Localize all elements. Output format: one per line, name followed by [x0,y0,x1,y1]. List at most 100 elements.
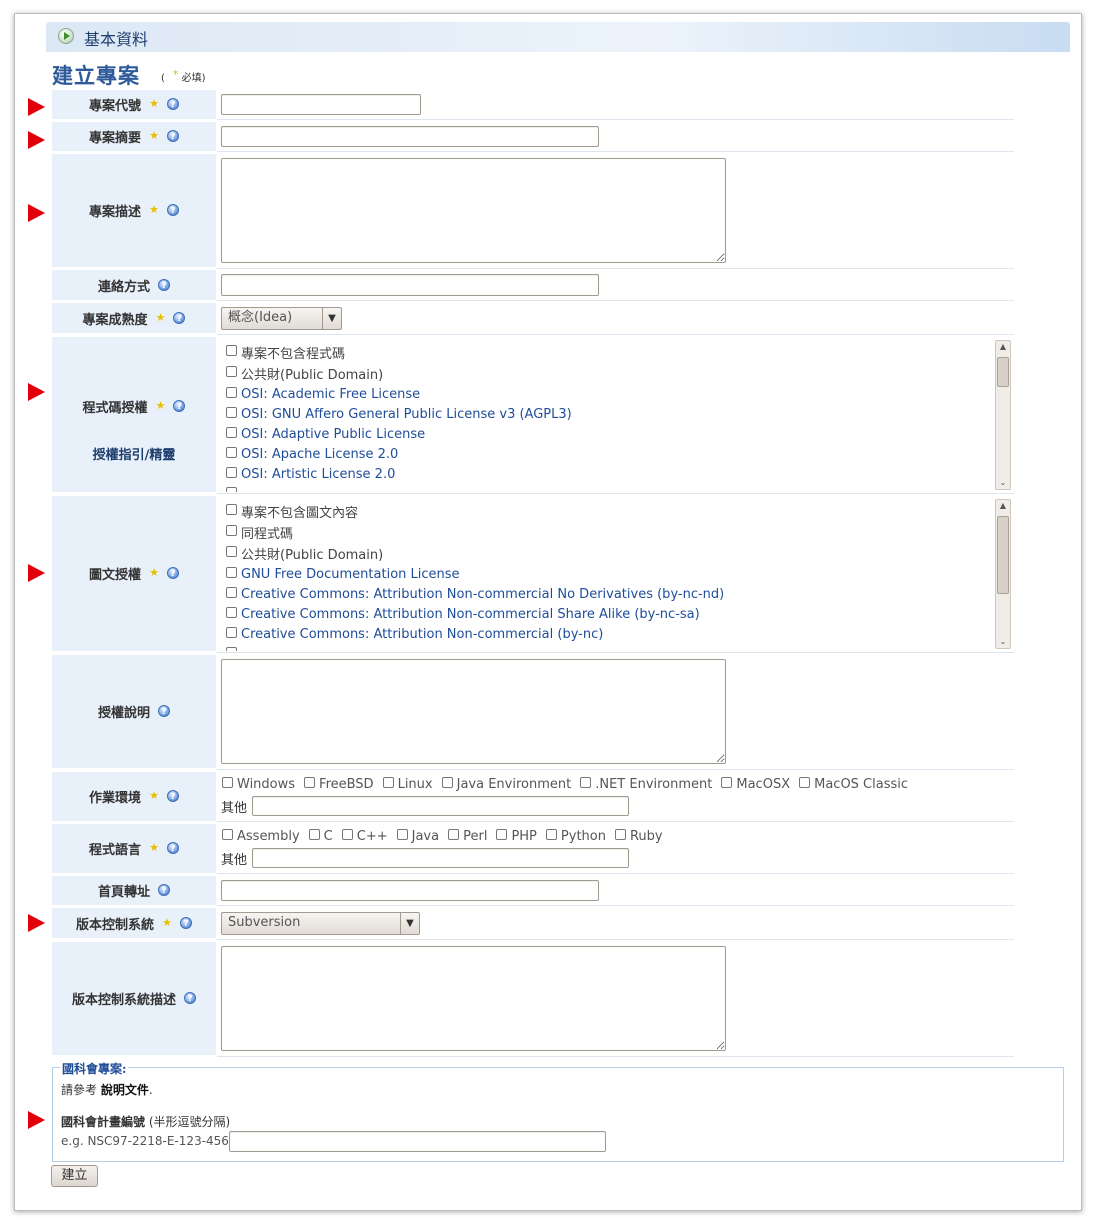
scroll-up-icon[interactable]: ▲ [996,341,1010,353]
environment-option: FreeBSD [319,777,374,792]
content-license-option: 公共財(Public Domain) [241,547,384,563]
checkbox[interactable] [441,777,453,788]
required-star-icon: * [172,68,179,81]
content-license-label: 圖文授權 [89,568,142,583]
nsc-id-input[interactable] [229,1131,606,1152]
help-icon[interactable]: ? [173,311,186,324]
code-license-option: OSI: Academic Free License [241,386,421,402]
nsc-id-hint: (半形逗號分隔) [148,1115,231,1129]
checkbox[interactable] [226,606,237,618]
page-title: 建立專案 [52,63,140,88]
help-icon[interactable]: ? [158,278,170,291]
nsc-reference: 請參考 說明文件. [61,1081,153,1098]
nsc-doc-link[interactable]: 說明文件 [101,1083,149,1097]
chevron-down-icon[interactable]: ▼ [322,308,341,329]
help-icon[interactable]: ? [166,842,179,854]
checkbox[interactable] [222,777,233,788]
required-note-text: 必填) [181,73,206,84]
checkbox[interactable] [226,545,237,557]
environment-other-input[interactable] [252,796,629,816]
checkbox[interactable] [304,777,316,788]
scroll-down-icon[interactable]: ⌄ [996,477,1010,489]
checkbox[interactable] [580,777,592,788]
code-license-scrollbar[interactable]: ▲ ⌄ [995,340,1011,490]
checkbox[interactable] [226,386,237,398]
checkbox[interactable] [226,446,237,458]
scrollbar-thumb[interactable] [997,516,1009,594]
language-label-cell: 程式語言 ★? [52,824,216,873]
help-icon[interactable]: ? [166,98,179,110]
checkbox[interactable] [226,646,237,651]
checkbox[interactable] [308,829,320,840]
project-description-textarea[interactable] [221,158,726,263]
create-button[interactable]: 建立 [51,1165,98,1187]
checkbox[interactable] [226,365,237,377]
checkbox[interactable] [226,586,237,598]
help-icon[interactable]: ? [166,790,179,802]
checkbox[interactable] [614,829,626,840]
language-other-input[interactable] [252,848,629,868]
code-license-label-cell: 程式碼授權 ★? 授權指引/精靈 [52,337,216,492]
content-license-list[interactable]: 專案不包含圖文內容 同程式碼 公共財(Public Domain) GNU Fr… [217,496,1014,651]
required-note: ( * 必填) [161,68,206,84]
checkbox[interactable] [226,406,237,418]
language-options: Assembly C C++ Java Perl PHP Python Ruby [222,829,672,844]
required-star-icon: ★ [149,203,159,216]
checkbox[interactable] [226,626,237,638]
project-summary-label-cell: 專案摘要 ★? [52,122,216,151]
scrollbar-thumb[interactable] [997,357,1009,387]
vcs-description-textarea[interactable] [221,946,726,1051]
vcs-select[interactable]: Subversion ▼ [221,912,420,935]
red-arrow-icon [28,914,45,932]
nsc-ref-prefix: 請參考 [61,1083,98,1097]
checkbox[interactable] [222,829,233,840]
red-arrow-icon [28,383,45,401]
homepage-input[interactable] [221,880,599,901]
checkbox[interactable] [226,466,237,478]
code-license-list[interactable]: 專案不包含程式碼 公共財(Public Domain) OSI: Academi… [217,337,1014,492]
checkbox[interactable] [396,829,408,840]
checkbox[interactable] [721,777,733,788]
scroll-down-icon[interactable]: ⌄ [996,636,1010,648]
help-icon[interactable]: ? [166,204,179,216]
project-code-input[interactable] [221,94,421,115]
license-guide-link[interactable]: 授權指引/精靈 [93,444,176,463]
checkbox[interactable] [226,426,237,438]
checkbox[interactable] [496,829,508,840]
code-license-option: OSI: Apache License 2.0 [241,446,399,462]
help-icon[interactable]: ? [184,992,196,1004]
checkbox[interactable] [226,566,237,578]
project-description-label-cell: 專案描述 ★? [52,154,216,267]
help-icon[interactable]: ? [158,705,170,717]
checkbox[interactable] [382,777,394,788]
contact-label: 連絡方式 [97,279,150,295]
required-note-paren: ( [161,73,165,84]
help-icon[interactable]: ? [179,916,192,929]
checkbox[interactable] [799,777,811,788]
checkbox[interactable] [226,344,237,356]
code-license-option: OSI: Artistic License 2.0 [241,466,396,482]
checkbox[interactable] [341,829,353,840]
environment-options: Windows FreeBSD Linux Java Environment .… [222,777,917,792]
checkbox[interactable] [448,829,460,840]
help-icon[interactable]: ? [166,130,179,142]
red-arrow-icon [28,564,45,582]
maturity-select[interactable]: 概念(Idea) ▼ [221,307,342,330]
checkbox[interactable] [545,829,557,840]
help-icon[interactable]: ? [158,884,170,896]
checkbox[interactable] [226,524,237,536]
license-notes-textarea[interactable] [221,659,726,764]
checkbox[interactable] [226,486,237,492]
project-summary-input[interactable] [221,126,599,147]
scroll-up-icon[interactable]: ▲ [996,500,1010,512]
language-option: Assembly [237,829,300,844]
content-license-scrollbar[interactable]: ▲ ⌄ [995,499,1011,649]
language-label: 程式語言 [89,843,142,858]
help-icon[interactable]: ? [173,399,186,412]
chevron-down-icon[interactable]: ▼ [400,913,419,934]
content-license-option: 專案不包含圖文內容 [241,505,359,521]
contact-input[interactable] [221,274,599,296]
language-option: Python [560,829,606,844]
checkbox[interactable] [226,503,237,515]
help-icon[interactable]: ? [166,567,179,579]
